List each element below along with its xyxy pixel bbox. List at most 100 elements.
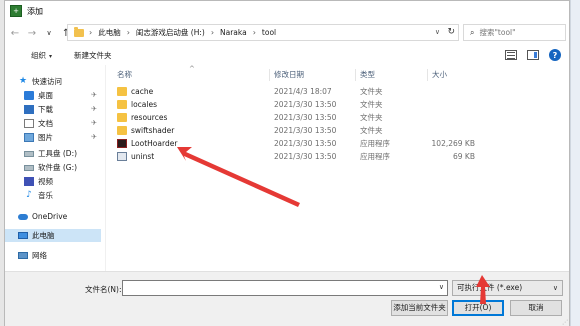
column-divider[interactable] [427, 69, 428, 81]
nav-item-pictures[interactable]: 图片 ✈ [5, 131, 101, 144]
file-type-filter[interactable]: 可执行文件 (*.exe) ∨ [452, 280, 563, 296]
folder-icon [117, 100, 127, 109]
drive-icon [24, 164, 34, 171]
file-date: 2021/3/30 13:50 [274, 139, 337, 148]
nav-item-quick-access[interactable]: ★ 快速访问 [5, 75, 101, 88]
command-bar: 组织 ▾ 新建文件夹 ? [5, 45, 569, 65]
search-box[interactable]: ⌕ [463, 24, 566, 41]
caret-down-icon: ▾ [49, 52, 53, 60]
refresh-icon[interactable]: ↻ [447, 27, 455, 37]
new-folder-button[interactable]: 新建文件夹 [74, 50, 112, 61]
nav-label: 网络 [32, 251, 47, 260]
chevron-down-icon[interactable]: ∨ [439, 283, 444, 291]
file-type: 文件夹 [360, 87, 383, 96]
pin-icon: ✈ [91, 105, 97, 113]
nav-item-drive-g[interactable]: 软件盘 (G:) [5, 161, 101, 174]
file-date: 2021/3/30 13:50 [274, 126, 337, 135]
breadcrumb-tool[interactable]: tool [262, 28, 276, 37]
nav-item-downloads[interactable]: 下载 ✈ [5, 103, 101, 116]
filename-combobox[interactable]: ∨ [122, 280, 448, 296]
nav-label: 快速访问 [32, 77, 62, 86]
add-current-folder-button[interactable]: 添加当前文件夹 [391, 300, 448, 316]
file-name: uninst [131, 152, 155, 161]
file-type: 文件夹 [360, 100, 383, 109]
file-list: ^ 名称 修改日期 类型 大小 cache 2021/4/3 18:07 文件夹… [109, 65, 563, 271]
nav-item-this-pc[interactable]: 此电脑 [5, 229, 101, 242]
column-divider[interactable] [355, 69, 356, 81]
nav-item-desktop[interactable]: 桌面 ✈ [5, 89, 101, 102]
cancel-button[interactable]: 取消 [510, 300, 562, 316]
file-row[interactable]: cache 2021/4/3 18:07 文件夹 [109, 85, 563, 98]
nav-item-onedrive[interactable]: OneDrive [5, 210, 101, 223]
search-input[interactable] [479, 28, 560, 37]
file-name: locales [131, 100, 157, 109]
resize-grip-icon[interactable]: ⋰ [562, 319, 568, 326]
pin-icon: ✈ [91, 119, 97, 127]
organize-button[interactable]: 组织 ▾ [31, 50, 52, 61]
title-bar: + 添加 [5, 1, 569, 21]
pin-icon: ✈ [91, 91, 97, 99]
star-icon: ★ [18, 76, 28, 86]
nav-label: 软件盘 (G:) [38, 163, 78, 172]
file-row[interactable]: resources 2021/3/30 13:50 文件夹 [109, 111, 563, 124]
column-header-date[interactable]: 修改日期 [274, 69, 304, 81]
breadcrumb-separator[interactable]: › [253, 28, 256, 37]
view-options-icon[interactable] [505, 50, 517, 60]
file-name: resources [131, 113, 168, 122]
breadcrumb-separator[interactable]: › [127, 28, 130, 37]
file-size: 69 KB [453, 152, 475, 161]
chevron-down-icon[interactable]: ∨ [435, 28, 440, 36]
pin-icon: ✈ [91, 133, 97, 141]
video-icon [24, 177, 34, 186]
file-row[interactable]: locales 2021/3/30 13:50 文件夹 [109, 98, 563, 111]
file-size [431, 111, 475, 124]
nav-item-drive-d[interactable]: 工具盘 (D:) [5, 147, 101, 160]
file-size [431, 98, 475, 111]
bottom-panel: 文件名(N): ∨ 可执行文件 (*.exe) ∨ 添加当前文件夹 打开(O) … [5, 271, 569, 326]
picture-icon [24, 133, 34, 142]
nav-item-network[interactable]: 网络 [5, 249, 101, 262]
filename-label: 文件名(N): [85, 285, 122, 294]
file-date: 2021/3/30 13:50 [274, 113, 337, 122]
search-icon: ⌕ [470, 27, 475, 37]
column-header-size[interactable]: 大小 [432, 69, 447, 81]
nav-item-videos[interactable]: 视频 [5, 175, 101, 188]
file-row[interactable]: swiftshader 2021/3/30 13:50 文件夹 [109, 124, 563, 137]
file-type: 文件夹 [360, 126, 383, 135]
app-icon [117, 139, 127, 148]
breadcrumb-separator[interactable]: › [211, 28, 214, 37]
file-row[interactable]: LootHoarder 2021/3/30 13:50 应用程序 102,269… [109, 137, 563, 150]
setup-icon [117, 152, 127, 161]
breadcrumb-this-pc[interactable]: 此电脑 [98, 27, 121, 38]
music-icon: ♪ [26, 190, 32, 200]
network-icon [18, 252, 28, 259]
folder-icon [117, 87, 127, 96]
open-button[interactable]: 打开(O) [452, 300, 504, 316]
breadcrumb-drive[interactable]: 闺志游戏启动盘 (H:) [136, 27, 205, 38]
view-controls: ? [505, 49, 561, 61]
folder-icon [74, 26, 84, 37]
address-bar[interactable]: › 此电脑 › 闺志游戏启动盘 (H:) › Naraka › tool ∨ ↻ [67, 24, 459, 41]
folder-icon [117, 126, 127, 135]
column-divider[interactable] [269, 69, 270, 81]
file-type: 应用程序 [360, 152, 390, 161]
file-row[interactable]: uninst 2021/3/30 13:50 应用程序 69 KB [109, 150, 563, 163]
nav-item-documents[interactable]: 文档 ✈ [5, 117, 101, 130]
column-header-name[interactable]: 名称 [117, 69, 132, 81]
file-name: LootHoarder [131, 139, 178, 148]
back-arrow-icon[interactable]: ← [8, 26, 22, 40]
pane-divider[interactable] [105, 65, 106, 271]
nav-label: 视频 [38, 177, 53, 186]
filename-input[interactable] [123, 281, 433, 295]
recent-locations-icon[interactable]: ∨ [42, 26, 56, 40]
file-size [431, 124, 475, 137]
breadcrumb-separator[interactable]: › [89, 28, 92, 37]
column-header-type[interactable]: 类型 [360, 69, 375, 81]
preview-pane-icon[interactable] [527, 50, 539, 60]
breadcrumb-naraka[interactable]: Naraka [220, 28, 247, 37]
nav-label: OneDrive [32, 212, 68, 221]
forward-arrow-icon[interactable]: → [25, 26, 39, 40]
file-size: 102,269 KB [431, 139, 475, 148]
nav-item-music[interactable]: ♪ 音乐 [5, 189, 101, 202]
help-icon[interactable]: ? [549, 49, 561, 61]
